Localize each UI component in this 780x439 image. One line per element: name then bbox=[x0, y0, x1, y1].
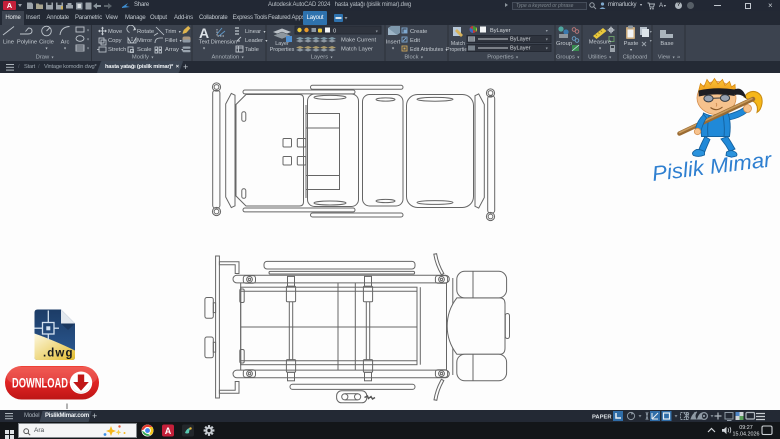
svg-text:▼: ▼ bbox=[545, 37, 549, 41]
svg-text:Arc: Arc bbox=[61, 40, 70, 46]
svg-text:Dimension: Dimension bbox=[211, 40, 237, 46]
svg-text:Table: Table bbox=[245, 47, 259, 53]
svg-text:Measure: Measure bbox=[589, 40, 612, 46]
svg-text:▼: ▼ bbox=[545, 46, 549, 50]
svg-text:Pislik Mimar: Pislik Mimar bbox=[651, 148, 774, 186]
svg-text:Group: Group bbox=[556, 41, 572, 47]
svg-text:Properties ▼: Properties ▼ bbox=[487, 55, 519, 61]
svg-text:Block ▼: Block ▼ bbox=[404, 55, 423, 61]
svg-text:Line: Line bbox=[3, 40, 14, 46]
svg-text:.dwg: .dwg bbox=[43, 348, 73, 360]
svg-text:A: A bbox=[165, 426, 172, 436]
svg-text:Match Layer: Match Layer bbox=[341, 47, 373, 53]
svg-text:▼: ▼ bbox=[45, 47, 49, 51]
svg-text:Polyline: Polyline bbox=[17, 40, 37, 46]
svg-text:Text: Text bbox=[199, 40, 210, 46]
svg-text:▼: ▼ bbox=[63, 47, 67, 51]
svg-text:Edit: Edit bbox=[410, 38, 420, 44]
svg-text:Rotate: Rotate bbox=[137, 29, 154, 35]
svg-text:Create: Create bbox=[410, 29, 427, 35]
svg-text:Trim ▼: Trim ▼ bbox=[165, 29, 182, 35]
svg-text:ByLayer: ByLayer bbox=[510, 36, 531, 42]
svg-text:▼: ▼ bbox=[86, 47, 90, 51]
svg-text:Insert: Insert bbox=[386, 40, 401, 46]
svg-text:Fillet ▼: Fillet ▼ bbox=[165, 38, 182, 44]
svg-text:▼: ▼ bbox=[649, 39, 653, 43]
svg-text:▼: ▼ bbox=[375, 30, 379, 34]
svg-text:09:27: 09:27 bbox=[739, 425, 753, 431]
svg-text:▼: ▼ bbox=[86, 29, 90, 33]
svg-text:▼: ▼ bbox=[391, 47, 395, 51]
svg-text:Clipboard: Clipboard bbox=[623, 55, 648, 61]
svg-text:Make Current: Make Current bbox=[341, 38, 377, 44]
svg-text:Scale: Scale bbox=[137, 47, 152, 53]
svg-text:Stretch: Stretch bbox=[108, 47, 126, 53]
svg-text:Modify ▼: Modify ▼ bbox=[132, 55, 154, 61]
svg-text:▼: ▼ bbox=[86, 38, 90, 42]
svg-text:ByLayer: ByLayer bbox=[490, 28, 511, 34]
svg-text:Utilities ▼: Utilities ▼ bbox=[588, 55, 612, 61]
svg-text:Paste: Paste bbox=[624, 41, 639, 47]
svg-text:PAPER: PAPER bbox=[592, 415, 612, 421]
svg-text:Linear ▼: Linear ▼ bbox=[245, 29, 266, 35]
svg-text:Draw ▼: Draw ▼ bbox=[36, 55, 55, 61]
svg-text:0: 0 bbox=[333, 29, 336, 35]
svg-text:▼: ▼ bbox=[629, 48, 633, 52]
svg-text:View ▼ »: View ▼ » bbox=[658, 55, 680, 61]
svg-text:▼: ▼ bbox=[545, 29, 549, 33]
svg-text:▼: ▼ bbox=[649, 30, 653, 34]
svg-text:Mirror: Mirror bbox=[137, 38, 152, 44]
svg-text:Annotation ▼: Annotation ▼ bbox=[212, 55, 245, 61]
svg-text:Move: Move bbox=[108, 29, 122, 35]
svg-text:Base: Base bbox=[660, 41, 673, 47]
svg-text:Array ▼: Array ▼ bbox=[165, 47, 184, 53]
svg-text:Layers ▼: Layers ▼ bbox=[311, 55, 334, 61]
svg-text:Copy: Copy bbox=[108, 38, 122, 44]
svg-text:Groups ▼: Groups ▼ bbox=[556, 55, 580, 61]
svg-text:▼: ▼ bbox=[598, 47, 602, 51]
svg-text:Circle: Circle bbox=[39, 40, 54, 46]
svg-text:Properties: Properties bbox=[270, 47, 295, 53]
svg-text:▼: ▼ bbox=[202, 47, 206, 51]
svg-text:Leader ▼: Leader ▼ bbox=[245, 38, 268, 44]
svg-text:DOWNLOAD: DOWNLOAD bbox=[12, 376, 68, 391]
svg-text:15.04.2026: 15.04.2026 bbox=[733, 432, 760, 438]
svg-text:ByLayer: ByLayer bbox=[510, 45, 531, 51]
svg-text:Edit Attributes ▼: Edit Attributes ▼ bbox=[410, 47, 448, 53]
